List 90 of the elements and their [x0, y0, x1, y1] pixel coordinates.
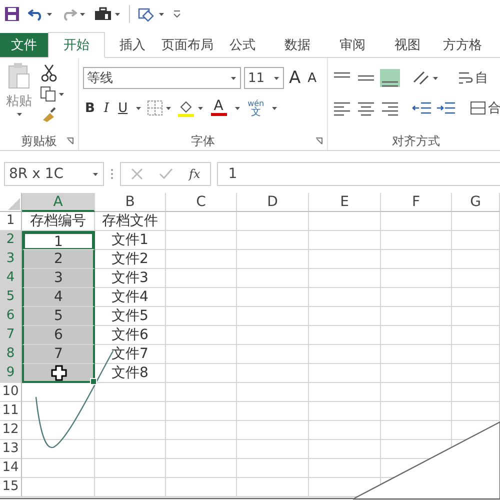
paste-button[interactable]: 粘贴: [4, 62, 34, 132]
cell[interactable]: 6: [22, 326, 95, 345]
underline-button[interactable]: U: [116, 100, 130, 116]
scissors-icon[interactable]: [40, 64, 58, 82]
cell[interactable]: 文件8: [95, 364, 166, 383]
ribbon-tab[interactable]: 公式: [215, 33, 270, 57]
caret-icon[interactable]: [58, 92, 65, 96]
caret-icon[interactable]: [196, 106, 204, 110]
caret-icon[interactable]: [234, 106, 241, 110]
cell[interactable]: 存档文件: [95, 212, 166, 231]
toolbox-icon[interactable]: [94, 7, 112, 21]
ribbon-tab[interactable]: 数据: [270, 33, 325, 57]
more-dots-icon[interactable]: [110, 167, 114, 181]
font-name-dropdown[interactable]: 等线: [83, 67, 241, 89]
cell[interactable]: 2: [22, 250, 95, 269]
cell[interactable]: 5: [22, 307, 95, 326]
caret-icon[interactable]: [79, 12, 86, 16]
ribbon-tab[interactable]: 开始: [48, 32, 105, 58]
caret-icon[interactable]: [230, 76, 237, 80]
cell[interactable]: 文件7: [95, 345, 166, 364]
caret-icon[interactable]: [46, 12, 53, 16]
cell[interactable]: 文件2: [95, 250, 166, 269]
caret-icon[interactable]: [158, 12, 165, 16]
caret-icon[interactable]: [16, 112, 22, 117]
cell[interactable]: 文件5: [95, 307, 166, 326]
caret-icon[interactable]: [164, 106, 172, 110]
row-header[interactable]: 6: [0, 307, 22, 326]
group-label: 剪贴板: [21, 132, 57, 150]
column-header[interactable]: C: [166, 193, 237, 212]
shapes-icon[interactable]: [138, 6, 156, 22]
ribbon-tab[interactable]: 方方格: [435, 33, 490, 57]
row-header[interactable]: 4: [0, 269, 22, 288]
cell[interactable]: 文件3: [95, 269, 166, 288]
undo-icon[interactable]: [28, 7, 44, 21]
ribbon-tab[interactable]: 审阅: [325, 33, 380, 57]
column-header[interactable]: B: [95, 193, 166, 212]
row-header[interactable]: 3: [0, 250, 22, 269]
phonetic-button[interactable]: wén 文: [246, 99, 266, 117]
wrap-text-label[interactable]: 自: [475, 69, 488, 87]
save-icon[interactable]: [4, 6, 20, 22]
caret-icon[interactable]: [273, 76, 280, 80]
customize-icon[interactable]: [173, 10, 181, 18]
column-header[interactable]: D: [237, 193, 309, 212]
caret-icon[interactable]: [432, 76, 439, 80]
dialog-launcher-icon[interactable]: [66, 137, 74, 145]
cell[interactable]: 7: [22, 345, 95, 364]
row-header[interactable]: 7: [0, 326, 22, 345]
orientation-icon[interactable]: [412, 70, 430, 86]
caret-icon[interactable]: [114, 12, 121, 16]
cell[interactable]: 文件4: [95, 288, 166, 307]
ribbon-tab[interactable]: 页面布局: [160, 33, 215, 57]
cell[interactable]: 4: [22, 288, 95, 307]
ribbon-tab[interactable]: 视图: [380, 33, 435, 57]
copy-icon[interactable]: [40, 86, 56, 102]
column-header[interactable]: A: [22, 193, 95, 212]
clipboard-icon[interactable]: [7, 62, 31, 90]
caret-icon[interactable]: [92, 172, 99, 176]
file-tab[interactable]: 文件: [0, 33, 48, 57]
italic-button[interactable]: I: [102, 100, 112, 116]
insert-function-button[interactable]: fx: [189, 167, 200, 181]
row-header[interactable]: 2: [0, 231, 22, 250]
cell[interactable]: 文件1: [95, 231, 166, 250]
group-label: 对齐方式: [392, 132, 440, 150]
cross-cursor-icon: [50, 364, 66, 380]
bold-button[interactable]: B: [83, 100, 97, 116]
fill-color-icon[interactable]: [176, 99, 195, 117]
font-size-dropdown[interactable]: 11: [244, 67, 284, 89]
row-header[interactable]: 9: [0, 364, 22, 383]
ribbon-tab[interactable]: 插入: [105, 33, 160, 57]
row-header[interactable]: 5: [0, 288, 22, 307]
caret-icon[interactable]: [271, 106, 278, 110]
group-label: 字体: [191, 132, 215, 150]
dialog-launcher-icon[interactable]: [315, 137, 323, 145]
grow-font-button[interactable]: A: [287, 68, 303, 88]
cell[interactable]: 文件6: [95, 326, 166, 345]
cell[interactable]: [22, 364, 95, 383]
column-header[interactable]: E: [309, 193, 381, 212]
font-color-button[interactable]: A: [208, 100, 229, 116]
cell[interactable]: 1: [22, 231, 95, 250]
column-header[interactable]: G: [452, 193, 500, 212]
shrink-font-button[interactable]: A: [306, 70, 319, 86]
wrap-text-icon[interactable]: [457, 70, 473, 86]
name-box[interactable]: 8R x 1C: [4, 162, 104, 186]
fill-handle[interactable]: [90, 378, 97, 385]
caret-icon[interactable]: [134, 106, 142, 110]
merge-cells-icon[interactable]: [470, 100, 486, 116]
column-header[interactable]: F: [381, 193, 452, 212]
formula-input[interactable]: 1: [217, 162, 500, 186]
row-header[interactable]: 8: [0, 345, 22, 364]
cell[interactable]: 3: [22, 269, 95, 288]
